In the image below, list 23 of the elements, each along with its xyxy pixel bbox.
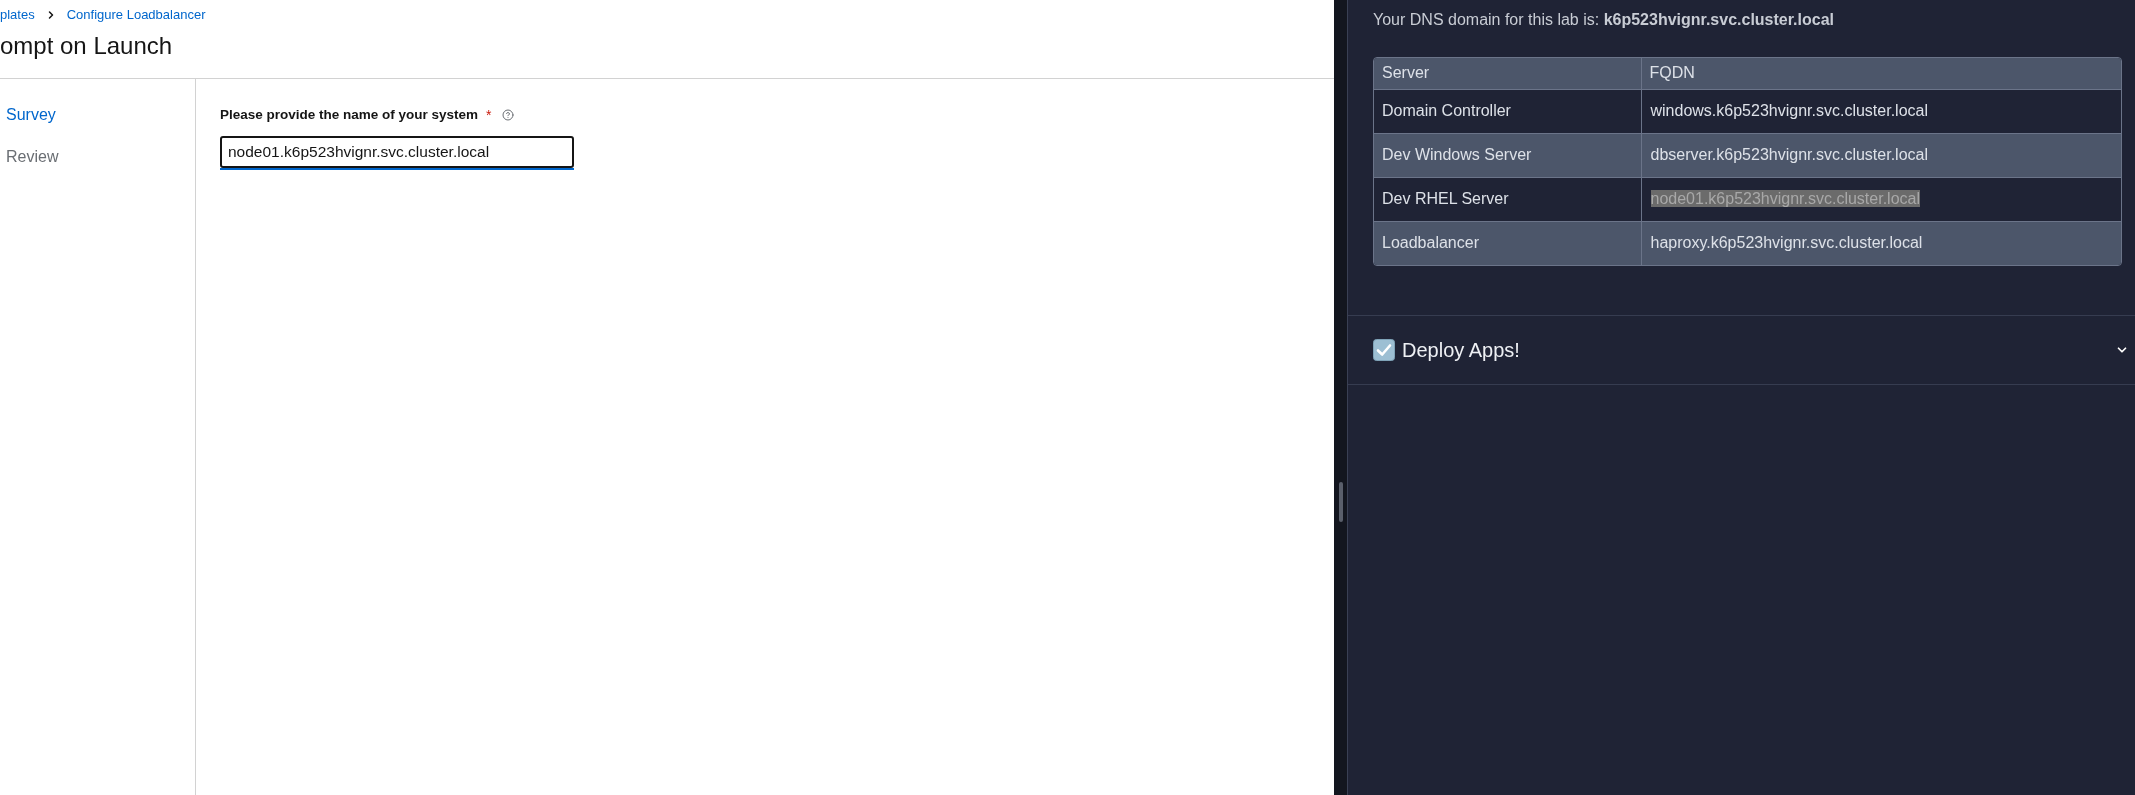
- wizard-step-link[interactable]: Review: [0, 145, 59, 169]
- dns-domain-text: Your DNS domain for this lab is: k6p523hvignr.svc.cluster.local: [1373, 10, 1835, 30]
- table-cell: dbserver.k6p523hvignr.svc.cluster.local: [1641, 133, 2121, 177]
- check-box-icon: [1373, 339, 1395, 361]
- breadcrumb-link[interactable]: Configure Loadbalancer: [66, 5, 206, 25]
- wizard-step-link[interactable]: Survey: [0, 103, 56, 127]
- table-cell: Dev Windows Server: [1374, 133, 1641, 177]
- page-title: ompt on Launch: [0, 31, 174, 61]
- required-asterisk: *: [486, 108, 492, 122]
- text-input[interactable]: node01.k6p523hvignr.svc.cluster.local: [220, 136, 574, 170]
- accordion-toggle[interactable]: Deploy Apps!: [1348, 316, 2135, 384]
- table-cell: Domain Controller: [1374, 89, 1641, 133]
- breadcrumb-link[interactable]: plates: [0, 5, 35, 25]
- table-cell: haproxy.k6p523hvignr.svc.cluster.local: [1641, 221, 2121, 265]
- help-icon[interactable]: [501, 109, 514, 121]
- resize-handle[interactable]: [1338, 482, 1343, 522]
- table-cell: Dev RHEL Server: [1374, 177, 1641, 221]
- column-header: Server: [1374, 58, 1641, 89]
- table-cell: windows.k6p523hvignr.svc.cluster.local: [1641, 89, 2121, 133]
- column-header: FQDN: [1641, 58, 2121, 89]
- field-label: Please provide the name of your system: [220, 105, 479, 124]
- table-cell: node01.k6p523hvignr.svc.cluster.local: [1641, 177, 2121, 221]
- table-cell: Loadbalancer: [1374, 221, 1641, 265]
